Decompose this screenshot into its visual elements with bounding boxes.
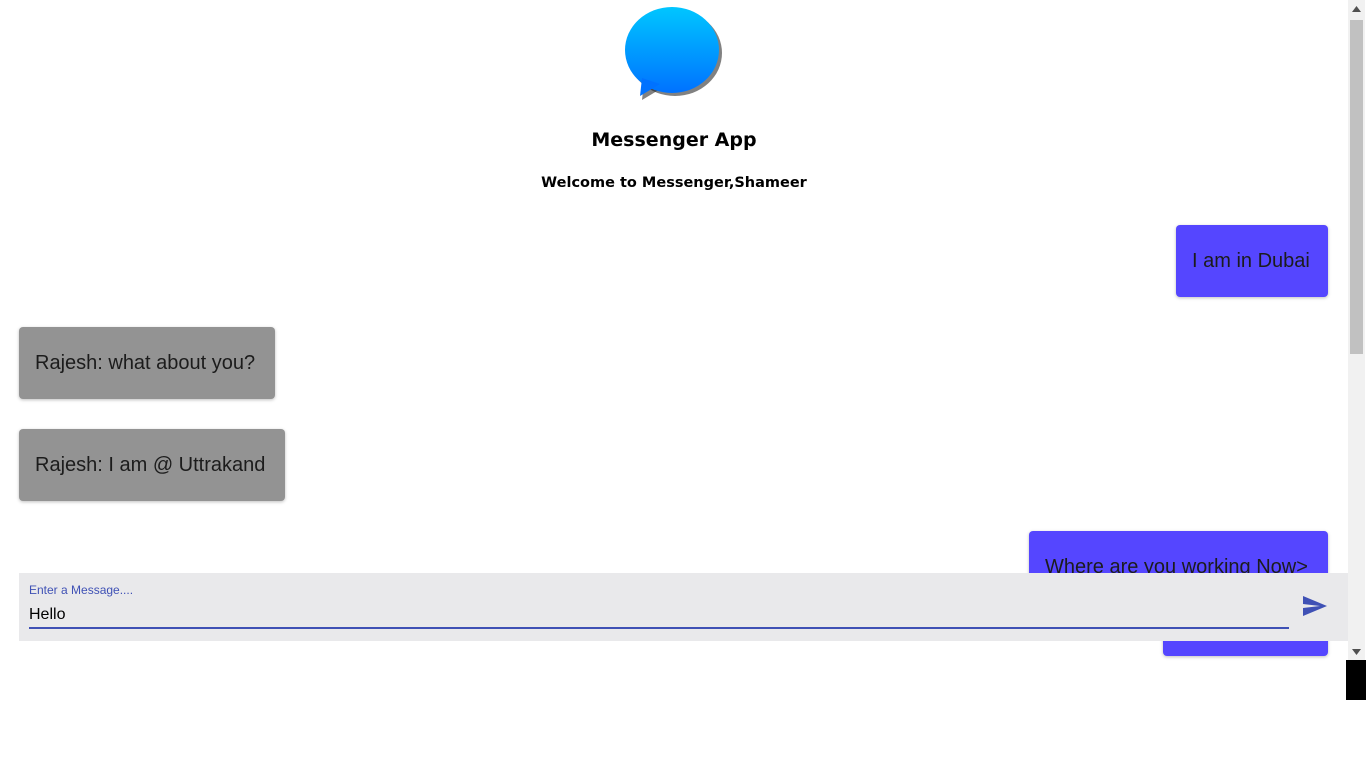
- welcome-text: Welcome to Messenger,Shameer: [541, 175, 807, 191]
- messenger-bubble-icon: [622, 4, 724, 102]
- message-bubble-own: I am in Dubai: [1176, 225, 1328, 297]
- scrollbar-thumb[interactable]: [1350, 20, 1363, 354]
- vertical-scrollbar[interactable]: [1348, 0, 1365, 660]
- scroll-down-arrow-icon[interactable]: [1348, 643, 1365, 660]
- scroll-up-arrow-icon[interactable]: [1348, 0, 1365, 17]
- message-bubble-other: Rajesh: I am @ Uttrakand: [19, 429, 285, 501]
- window-edge: [1346, 660, 1366, 700]
- message-input[interactable]: [29, 603, 1289, 629]
- message-bubble-other: Rajesh: what about you?: [19, 327, 275, 399]
- message-text: I am in Dubai: [1192, 249, 1310, 272]
- message-text: Rajesh: I am @ Uttrakand: [35, 453, 266, 476]
- message-input-label: Enter a Message....: [29, 583, 134, 597]
- send-button[interactable]: [1300, 593, 1330, 621]
- message-composer: Enter a Message....: [19, 573, 1348, 641]
- app-viewport: Messenger App Welcome to Messenger,Shame…: [0, 0, 1366, 700]
- message-text: Rajesh: what about you?: [35, 351, 256, 374]
- send-icon: [1302, 595, 1328, 621]
- app-title: Messenger App: [591, 129, 757, 151]
